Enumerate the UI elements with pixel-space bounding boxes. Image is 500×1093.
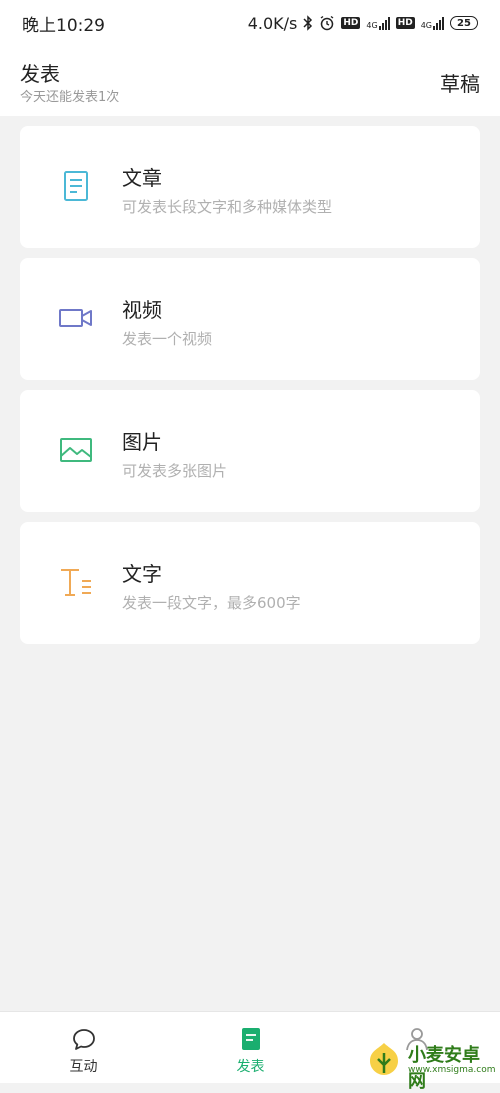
- signal-4g-icon: 4G: [366, 16, 390, 30]
- watermark-android-icon: [370, 1043, 398, 1075]
- bottom-tab-bar: 互动 发表 小麦安卓网 www.xmsigma.com: [0, 1011, 500, 1092]
- page-header: 发表 今天还能发表1次 草稿: [0, 46, 500, 116]
- option-description: 可发表长段文字和多种媒体类型: [122, 198, 333, 216]
- bluetooth-icon: [303, 15, 313, 31]
- video-icon: [59, 309, 92, 327]
- image-icon: [60, 438, 92, 462]
- publish-option-article[interactable]: 文章 可发表长段文字和多种媒体类型: [20, 126, 480, 248]
- tab-label: 互动: [69, 1059, 98, 1075]
- tab-interaction[interactable]: 互动: [0, 1012, 167, 1084]
- hd-icon: HD: [341, 17, 361, 29]
- option-description: 可发表多张图片: [122, 462, 228, 480]
- publish-quota-text: 今天还能发表1次: [20, 90, 120, 105]
- battery-icon: 25: [450, 16, 478, 30]
- status-time: 晚上10:29: [22, 15, 105, 36]
- network-speed: 4.0K/s: [247, 13, 298, 33]
- hd-icon: HD: [395, 17, 415, 29]
- watermark-logo: 小麦安卓网 www.xmsigma.com: [364, 1039, 496, 1092]
- status-icons: 4.0K/s HD 4G HD 4G 25: [248, 14, 478, 33]
- publish-option-text[interactable]: 文字 发表一段文字，最多600字: [20, 522, 480, 644]
- text-icon: [61, 569, 91, 596]
- watermark-url: www.xmsigma.com: [408, 1065, 496, 1075]
- signal-4g-icon: 4G: [421, 16, 444, 30]
- chat-bubble-icon: [72, 1029, 95, 1050]
- option-title: 文字: [122, 562, 162, 586]
- publish-option-image[interactable]: 图片 可发表多张图片: [20, 390, 480, 512]
- page-title: 发表: [20, 62, 60, 86]
- tab-publish[interactable]: 发表: [167, 1012, 334, 1084]
- option-title: 视频: [122, 298, 162, 322]
- alarm-icon: [320, 15, 334, 31]
- tab-label: 发表: [236, 1059, 265, 1075]
- status-bar: 晚上10:29 4.0K/s HD 4G HD 4G 25: [0, 0, 500, 46]
- option-description: 发表一段文字，最多600字: [122, 594, 301, 612]
- option-title: 图片: [122, 430, 162, 454]
- publish-option-video[interactable]: 视频 发表一个视频: [20, 258, 480, 380]
- option-title: 文章: [122, 166, 162, 190]
- drafts-button[interactable]: 草稿: [440, 68, 480, 97]
- publish-doc-icon: [241, 1028, 260, 1050]
- article-icon: [64, 171, 88, 201]
- option-description: 发表一个视频: [122, 330, 213, 348]
